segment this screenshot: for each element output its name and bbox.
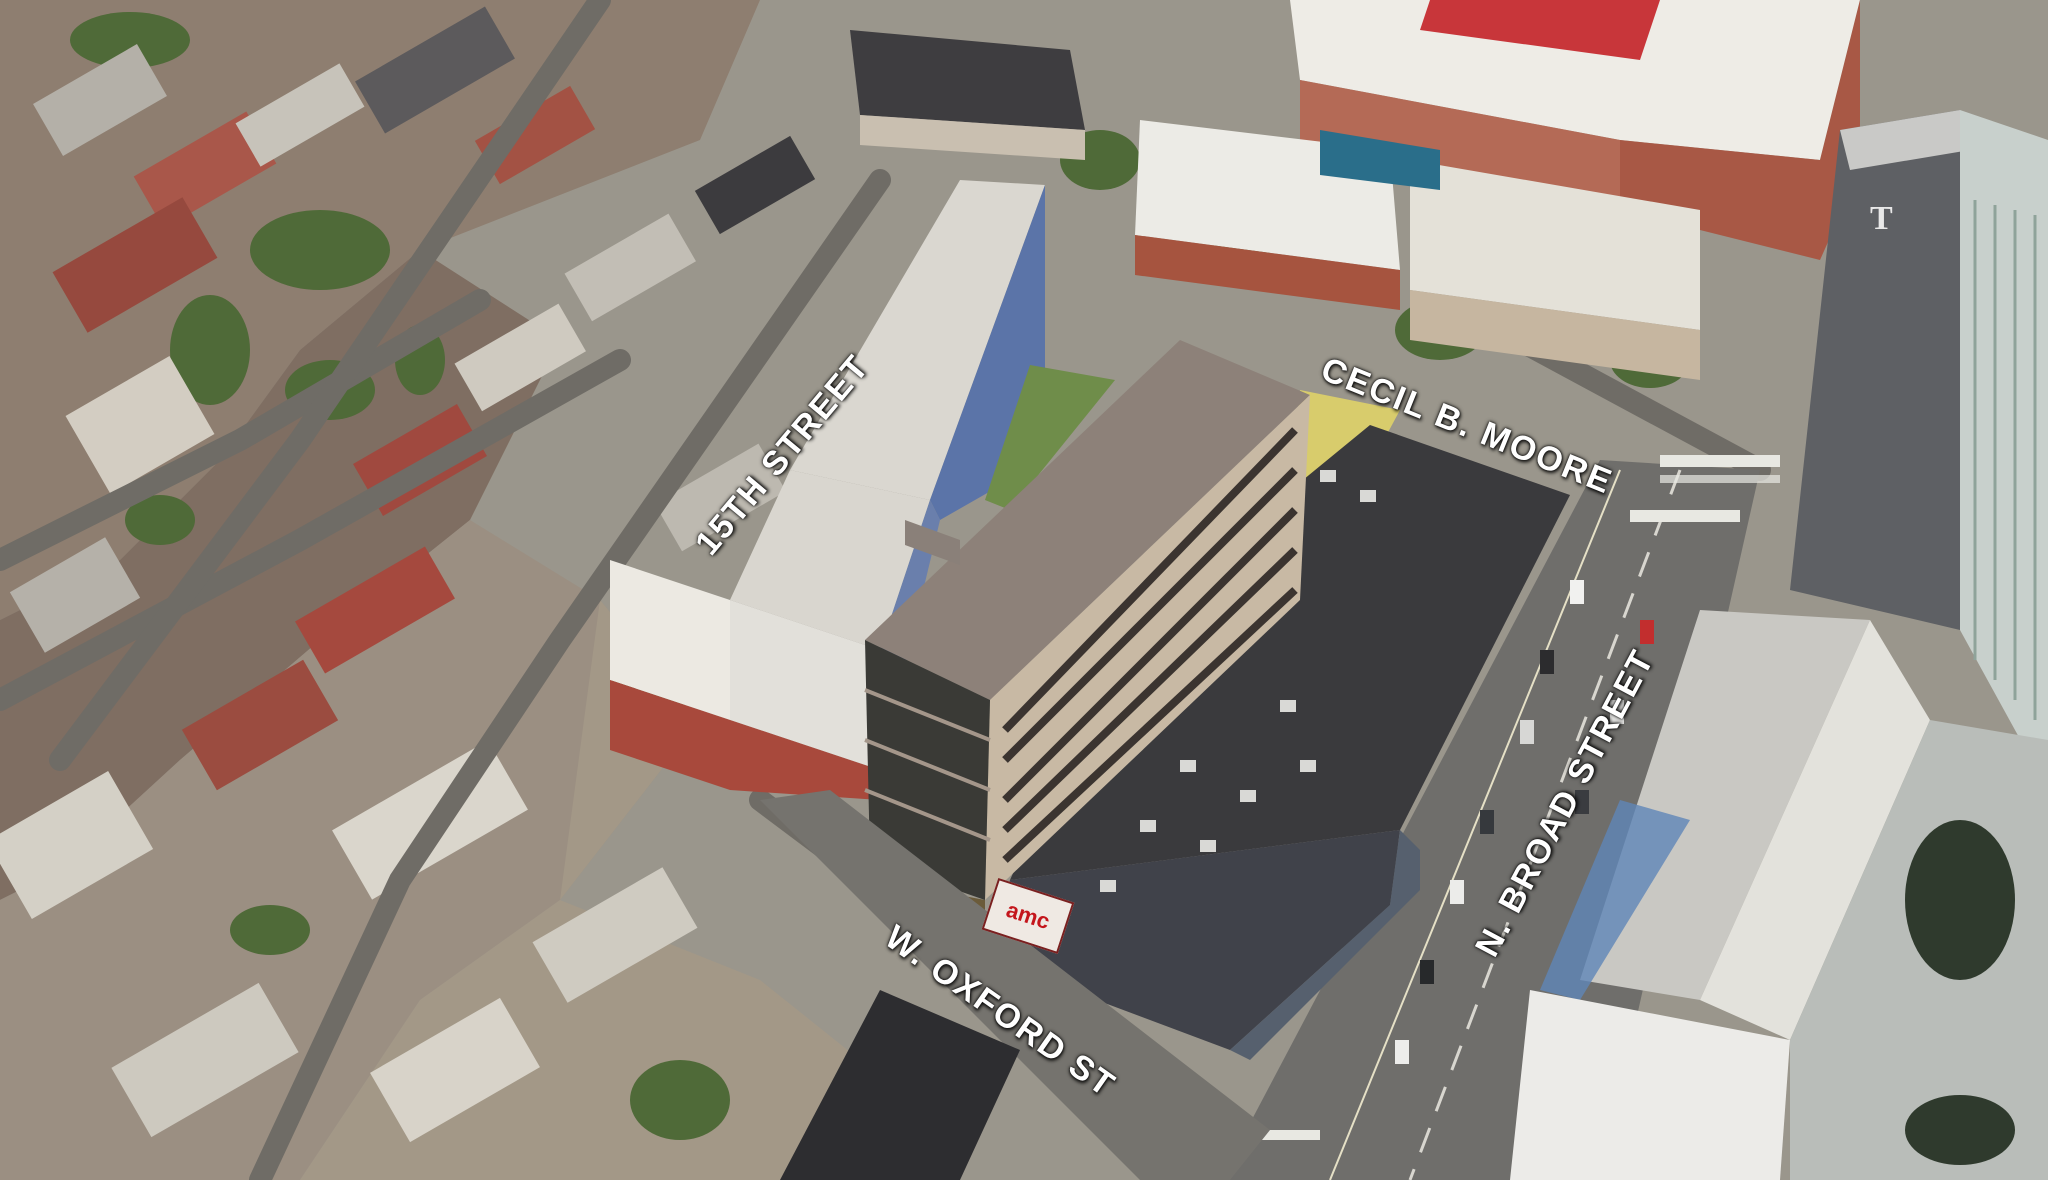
aerial-map [0, 0, 2048, 1180]
temple-logo-icon: T [1870, 200, 1893, 237]
